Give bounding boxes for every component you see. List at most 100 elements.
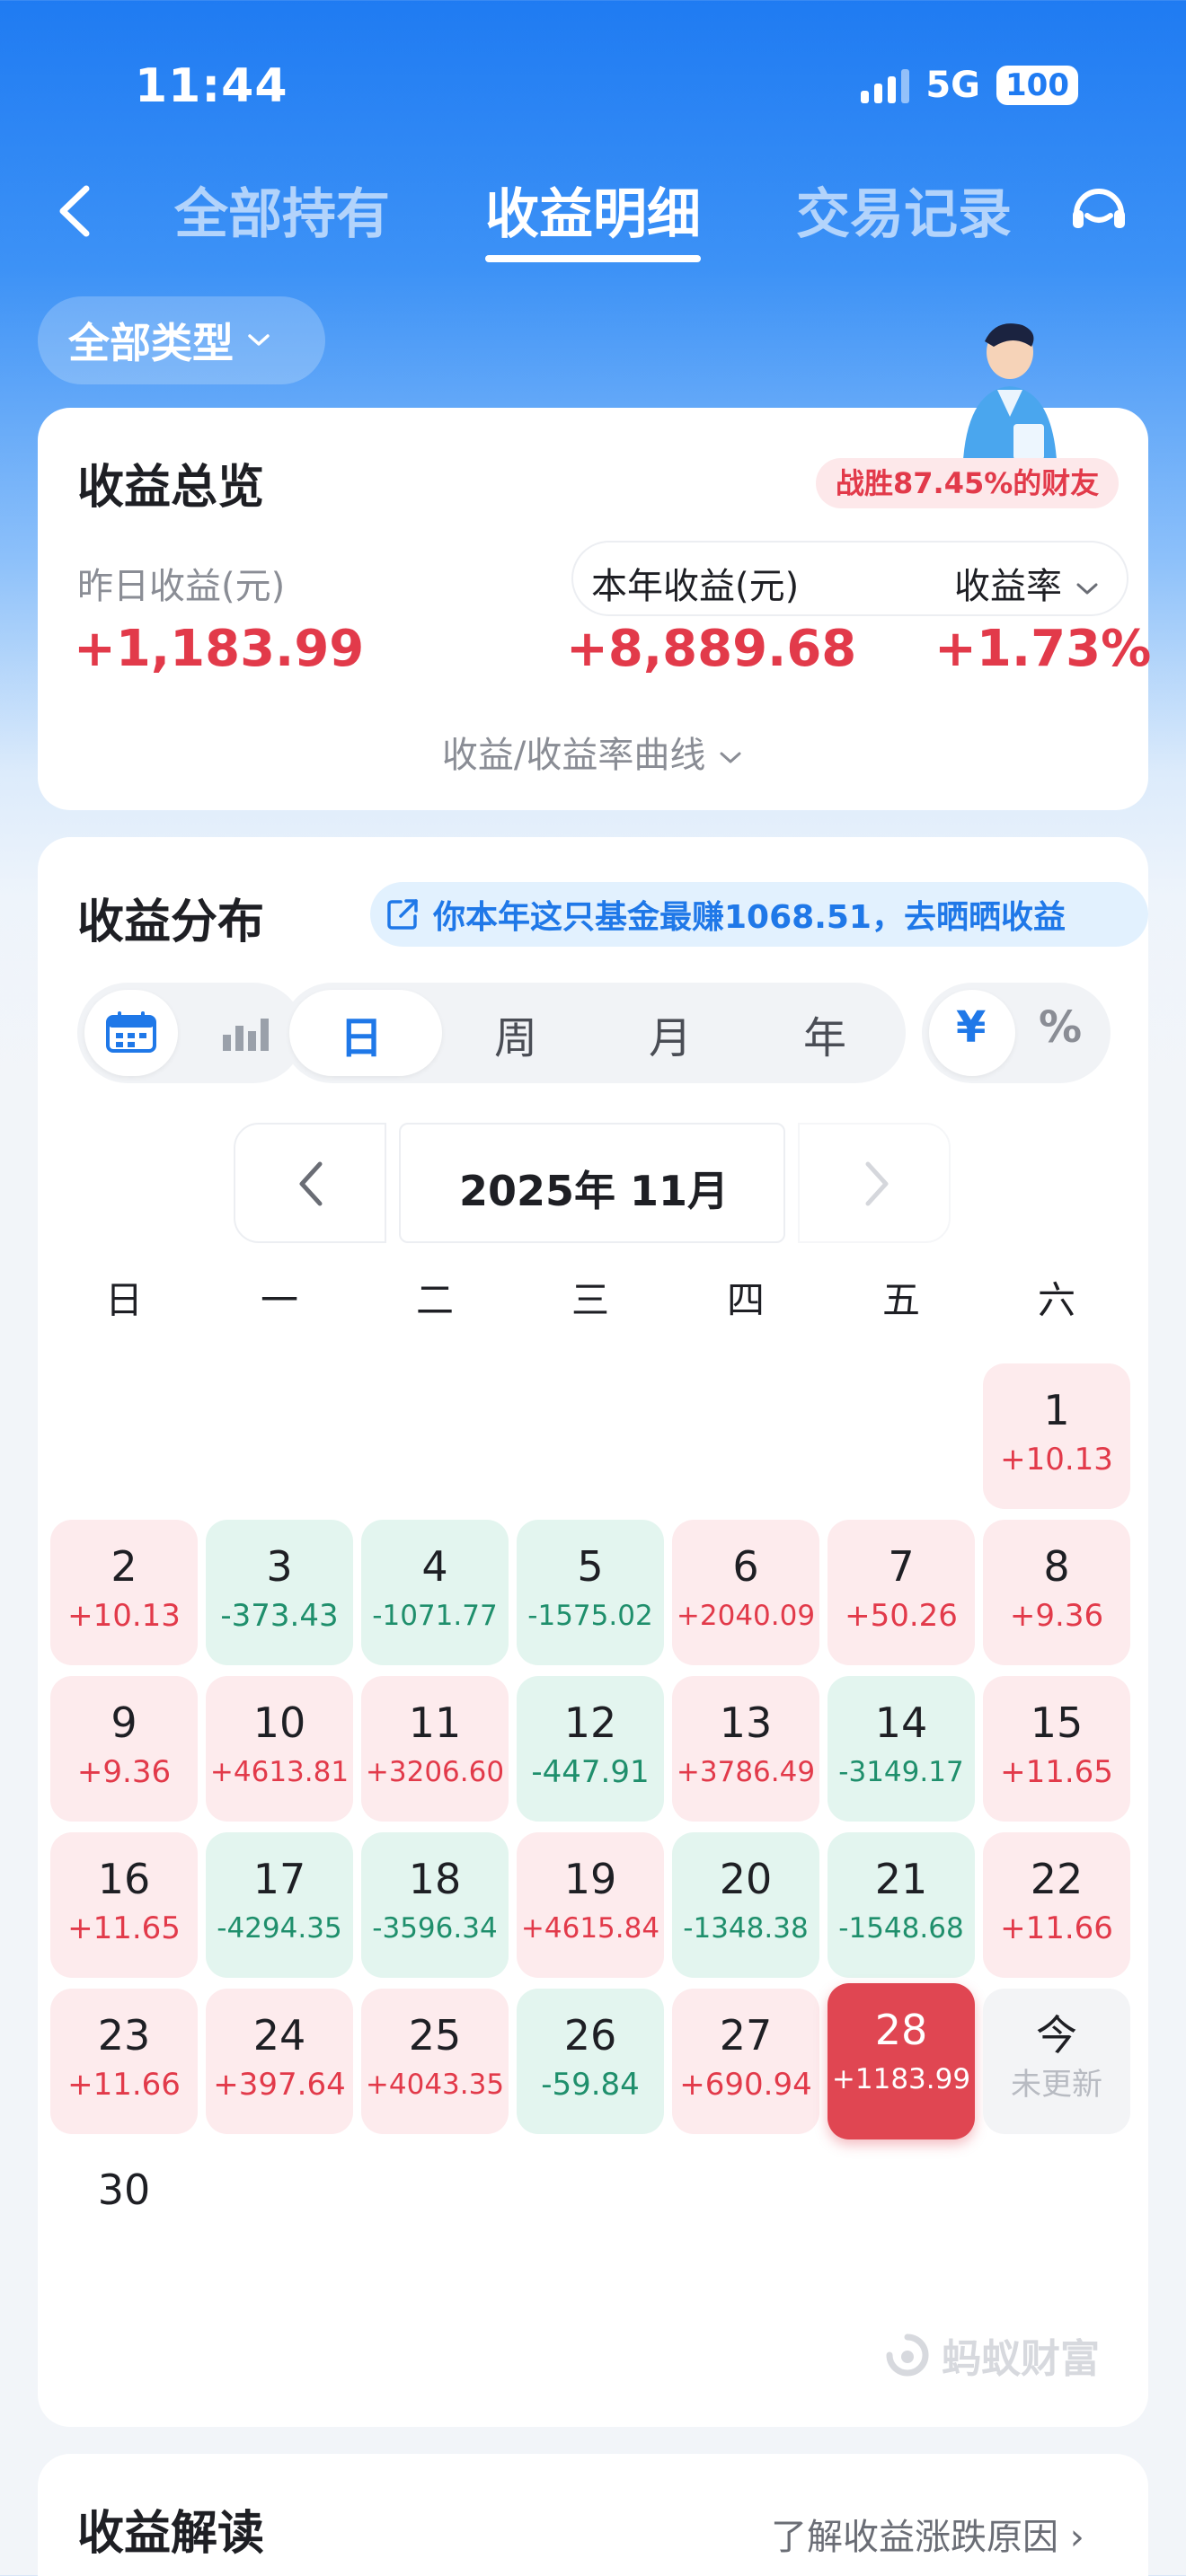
calendar-day-cell[interactable]: 3 -373.43 <box>206 1520 353 1665</box>
tab-trade-records[interactable]: 交易记录 <box>796 171 1012 249</box>
return-rate-dropdown[interactable]: 收益率 <box>954 557 1101 609</box>
calendar-day-cell[interactable]: 28 +1183.99 <box>828 1983 975 2139</box>
unit-percent[interactable]: % <box>1039 1002 1082 1053</box>
active-tab-indicator <box>485 255 701 262</box>
calendar-day-cell[interactable]: 14 -3149.17 <box>828 1676 975 1822</box>
day-number: 今 <box>1036 2011 1077 2060</box>
day-number: 4 <box>421 1542 448 1591</box>
day-number: 25 <box>408 2011 462 2060</box>
day-number: 3 <box>266 1542 293 1591</box>
day-number: 20 <box>719 1855 773 1903</box>
day-earnings: +3206.60 <box>365 1756 505 1788</box>
signal-icon <box>861 67 910 103</box>
day-earnings: +9.36 <box>76 1754 172 1790</box>
next-month-button[interactable] <box>798 1123 951 1243</box>
calendar-day-cell[interactable]: 20 -1348.38 <box>672 1832 819 1978</box>
day-earnings: -373.43 <box>220 1598 339 1634</box>
day-number: 16 <box>97 1855 151 1903</box>
day-number: 9 <box>111 1698 137 1747</box>
calendar-day-cell[interactable]: 24 +397.64 <box>206 1989 353 2134</box>
period-day[interactable]: 日 <box>340 1002 383 1065</box>
weekday-sat: 六 <box>1037 1278 1075 1322</box>
calendar-day-cell[interactable]: 19 +4615.84 <box>517 1832 664 1978</box>
day-number: 15 <box>1030 1698 1084 1747</box>
day-number: 21 <box>874 1855 928 1903</box>
day-number: 2 <box>111 1542 137 1591</box>
view-mode-switch <box>77 983 304 1083</box>
calendar-day-cell[interactable]: 11 +3206.60 <box>361 1676 509 1822</box>
interpretation-title: 收益解读 <box>77 2507 265 2561</box>
calendar-day-cell[interactable]: 30 <box>50 2143 198 2289</box>
day-number: 22 <box>1030 1855 1084 1903</box>
day-earnings: 未更新 <box>1011 2067 1102 2103</box>
calendar-day-cell[interactable]: 21 -1548.68 <box>828 1832 975 1978</box>
calendar-day-cell[interactable]: 1 +10.13 <box>983 1363 1130 1509</box>
network-type: 5G <box>925 65 981 106</box>
day-earnings: +4615.84 <box>520 1912 660 1945</box>
calendar-day-cell[interactable]: 今未更新 <box>983 1989 1130 2134</box>
calendar-day-cell[interactable]: 13 +3786.49 <box>672 1676 819 1822</box>
yesterday-earnings-value: +1,183.99 <box>74 620 365 678</box>
tab-earnings-detail[interactable]: 收益明细 <box>485 171 701 249</box>
share-external-icon <box>387 899 418 930</box>
calendar-day-cell[interactable]: 12 -447.91 <box>517 1676 664 1822</box>
curve-toggle[interactable]: 收益/收益率曲线 <box>38 726 1148 778</box>
status-indicators: 5G 100 <box>861 65 1078 106</box>
calendar-day-cell[interactable]: 8 +9.36 <box>983 1520 1130 1665</box>
calendar-day-cell[interactable]: 5 -1575.02 <box>517 1520 664 1665</box>
back-arrow-icon[interactable] <box>50 180 101 243</box>
day-earnings: +2040.09 <box>676 1600 816 1632</box>
day-earnings: -1348.38 <box>683 1912 809 1945</box>
tab-all-holdings[interactable]: 全部持有 <box>174 171 390 249</box>
calendar-day-cell[interactable]: 15 +11.65 <box>983 1676 1130 1822</box>
calendar-view-button[interactable] <box>84 990 178 1076</box>
share-earnings-banner[interactable]: 你本年这只基金最赚1068.51，去晒晒收益 <box>370 882 1148 947</box>
day-number: 18 <box>408 1855 462 1903</box>
calendar-day-cell[interactable]: 16 +11.65 <box>50 1832 198 1978</box>
day-earnings: +11.65 <box>1000 1754 1113 1790</box>
day-earnings: +397.64 <box>213 2067 346 2103</box>
period-switch: 日 周 月 年 <box>282 983 906 1083</box>
calendar-day-cell[interactable]: 4 -1071.77 <box>361 1520 509 1665</box>
month-label: 2025年 11月 <box>458 1167 730 1215</box>
day-earnings: +4043.35 <box>365 2069 505 2101</box>
day-earnings: -1548.68 <box>838 1912 964 1945</box>
calendar-day-cell[interactable]: 22 +11.66 <box>983 1832 1130 1978</box>
period-month[interactable]: 月 <box>649 1002 692 1065</box>
day-number: 7 <box>888 1542 915 1591</box>
overview-title: 收益总览 <box>77 461 265 515</box>
chevron-left-icon <box>299 1161 323 1206</box>
calendar-day-cell[interactable]: 10 +4613.81 <box>206 1676 353 1822</box>
prev-month-button[interactable] <box>234 1123 386 1243</box>
weekday-mon: 一 <box>260 1278 298 1322</box>
bar-chart-icon[interactable] <box>219 1011 271 1054</box>
calendar-day-cell[interactable]: 9 +9.36 <box>50 1676 198 1822</box>
type-filter-dropdown[interactable]: 全部类型 <box>38 296 325 384</box>
day-number: 10 <box>252 1698 306 1747</box>
day-earnings: +3786.49 <box>676 1756 816 1788</box>
calendar-day-cell[interactable]: 7 +50.26 <box>828 1520 975 1665</box>
calendar-day-cell[interactable]: 17 -4294.35 <box>206 1832 353 1978</box>
unit-amount[interactable]: ¥ <box>956 1002 986 1053</box>
learn-earnings-reason-link[interactable]: 了解收益涨跌原因 › <box>771 2508 1084 2560</box>
day-number: 27 <box>719 2011 773 2060</box>
day-earnings: -1071.77 <box>372 1600 498 1632</box>
period-year[interactable]: 年 <box>803 1002 846 1065</box>
day-earnings: +9.36 <box>1009 1598 1104 1634</box>
calendar-day-cell[interactable]: 2 +10.13 <box>50 1520 198 1665</box>
return-rate-label: 收益率 <box>954 566 1062 607</box>
calendar-day-cell[interactable]: 6 +2040.09 <box>672 1520 819 1665</box>
return-rate-value: +1.73% <box>934 620 1152 678</box>
share-banner-text: 你本年这只基金最赚1068.51，去晒晒收益 <box>433 899 1066 936</box>
calendar-day-cell[interactable]: 26 -59.84 <box>517 1989 664 2134</box>
day-earnings: +50.26 <box>845 1598 958 1634</box>
chevron-down-icon <box>248 334 270 346</box>
calendar-day-cell[interactable]: 23 +11.66 <box>50 1989 198 2134</box>
calendar-day-cell[interactable]: 27 +690.94 <box>672 1989 819 2134</box>
calendar-day-cell[interactable]: 25 +4043.35 <box>361 1989 509 2134</box>
day-number: 26 <box>563 2011 617 2060</box>
period-week[interactable]: 周 <box>494 1002 537 1065</box>
customer-service-icon[interactable] <box>1067 178 1130 241</box>
calendar-day-cell[interactable]: 18 -3596.34 <box>361 1832 509 1978</box>
day-number: 14 <box>874 1698 928 1747</box>
